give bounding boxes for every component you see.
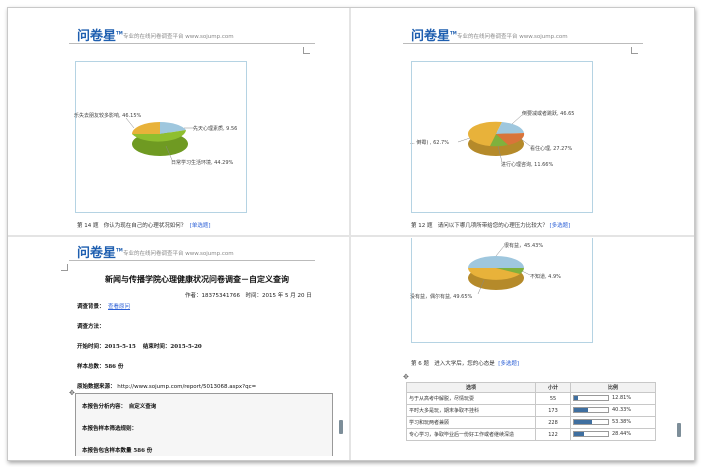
horizontal-separator [8,235,694,237]
report-title: 新闻与传播学院心理健康状况问卷调查－自定义查询 [105,274,289,284]
page-quadrant-top-left: 问卷星TM 专业的在线问卷调查平台 www.sojump.com 乐失去朋友较多… [11,11,347,233]
scroll-handle[interactable] [677,423,681,437]
page-corner-mark [631,47,638,54]
option-cell: 专心学习，争取毕业后一份好工作或者继续深造 [406,428,536,441]
question-type-link[interactable]: [多选题] [498,361,519,367]
header-rule [69,43,315,44]
method-field: 调查方法： [77,324,105,330]
count-cell: 228 [535,416,571,429]
pie-chart-box: 乐失去朋友较多影响, 46.15% 先天心理素质, 9.56 日常学习生活环境,… [74,61,247,213]
page-corner-mark [303,47,310,54]
question-line: 第 14 题 你认为现在自己的心理状况如何？ [单选题] [77,223,211,229]
slice-label: ... 倒霉) , 62.7% [410,140,449,146]
pie-chart [457,114,531,163]
percent-cell: 28.44% [570,428,656,441]
question-line: 第 6 题 进入大学后，您的心态是 [多选题] [411,361,520,367]
percent-bar-fill [574,420,593,425]
leader-line [457,137,471,143]
slice-label: 倒要减或者跳跃, 46.65 [522,111,575,117]
pie-chart-box: 很有益，45.43% 不知道, 4.9% 没有益，偶尔有益, 49.65% [410,238,593,343]
sample-total-field: 样本总数：586 份 [77,364,124,370]
percent-text: 40.33% [612,407,632,414]
slice-label: 没有益，偶尔有益, 49.65% [410,294,473,300]
percent-text: 53.38% [612,419,632,426]
percent-bar [573,395,609,402]
screenshot-frame: 问卷星TM 专业的在线问卷调查平台 www.sojump.com 乐失去朋友较多… [7,7,695,461]
count-cell: 122 [535,428,571,441]
slice-label: 不知道, 4.9% [530,274,561,280]
slice-label: 看住心理, 27.27% [530,146,573,152]
move-handle-icon[interactable]: ✥ [403,374,410,381]
wenjuanxing-logo: 问卷星TM [77,29,123,44]
leader-line [495,245,505,257]
pie-chart [468,245,531,295]
table-header-row: 选项 小计 比例 [406,382,656,393]
column-header-percent: 比例 [570,382,656,393]
count-cell: 55 [535,392,571,405]
report-info-box: 本报告分析内容： 自定义查询 本报告样本筛选规则： 本报告包含样本数量 586 … [75,393,333,456]
percent-bar [573,419,609,426]
report-author-line: 作者：18375341766 时间：2015 年 5 月 20 日 [185,293,312,299]
question-line: 第 12 题 请问以下哪几项所带给您的心理压力比较大？ [多选题] [411,223,571,229]
slice-label: 先天心理素质, 9.56 [193,126,238,132]
column-header-count: 小计 [535,382,571,393]
page-quadrant-top-right: 问卷星TM 专业的在线问卷调查平台 www.sojump.com 倒要减或者跳跃… [353,11,689,233]
table-row: 专心学习，争取毕业后一份好工作或者继续深造 122 28.44% [406,428,656,441]
header-slogan: 专业的在线问卷调查平台 www.sojump.com [457,34,568,40]
leader-line [125,117,135,129]
info-row: 本报告样本筛选规则： [82,426,138,432]
question-type-link[interactable]: [单选题] [190,223,211,229]
percent-bar-fill [574,396,579,401]
option-cell: 平时大多是玩，期末争取不挂科 [406,404,536,417]
background-field: 调查背景： 查看原问 [77,304,131,310]
percent-bar [573,407,609,414]
slice-label: 进行心理咨询, 11.66% [501,162,554,168]
header-slogan: 专业的在线问卷调查平台 www.sojump.com [123,251,234,257]
percent-bar-fill [574,408,588,413]
pie-chart-box: 倒要减或者跳跃, 46.65 ... 倒霉) , 62.7% 看住心理, 27.… [410,61,593,213]
wenjuanxing-logo: 问卷星TM [77,246,123,261]
info-row: 本报告包含样本数量 586 份 [82,448,153,454]
percent-text: 28.44% [612,431,632,438]
percent-bar [573,431,609,438]
pie-slice-1 [467,121,502,134]
percent-cell: 12.81% [570,392,656,405]
table-row: 与于从高考中解脱，尽情玩耍 55 12.81% [406,392,656,405]
header-rule [403,43,643,44]
percent-bar-fill [574,432,584,437]
table-row: 学习和玩两者兼顾 228 53.38% [406,416,656,429]
slice-label: 乐失去朋友较多影响, 46.15% [74,113,142,119]
slice-label: 很有益，45.43% [504,243,544,249]
time-field: 开始时间：2015-5-15 结束时间：2015-5-20 [77,344,202,350]
option-cell: 与于从高考中解脱，尽情玩耍 [406,392,536,405]
page-corner-mark [61,264,68,271]
table-row: 平时大多是玩，期末争取不挂科 173 40.33% [406,404,656,417]
question-type-link[interactable]: [多选题] [550,223,571,229]
page-quadrant-bottom-right: 很有益，45.43% 不知道, 4.9% 没有益，偶尔有益, 49.65% 第 … [353,238,689,456]
leader-line [521,270,531,276]
leader-line [511,114,523,125]
count-cell: 173 [535,404,571,417]
option-cell: 学习和玩两者兼顾 [406,416,536,429]
percent-text: 12.81% [612,395,632,402]
pie-slice-1 [132,122,160,134]
percent-cell: 53.38% [570,416,656,429]
page-quadrant-bottom-left: 问卷星TM 专业的在线问卷调查平台 www.sojump.com 新闻与传播学院… [11,238,347,456]
info-row: 本报告分析内容： 自定义查询 [82,404,157,410]
slice-label: 日常学习生活环境, 44.29% [171,160,234,166]
header-slogan: 专业的在线问卷调查平台 www.sojump.com [123,34,234,40]
pie-slice-1 [468,256,524,268]
wenjuanxing-logo: 问卷星TM [411,29,457,44]
header-rule [69,260,315,261]
column-header-option: 选项 [406,382,536,393]
results-table: 选项 小计 比例 与于从高考中解脱，尽情玩耍 55 12.81% 平时大多是玩，… [406,382,656,441]
pie-chart [125,117,194,161]
view-questionnaire-link[interactable]: 查看原问 [108,304,130,310]
data-source-field: 原始数据来源： http://www.sojump.com/report/501… [77,384,257,390]
vertical-separator [349,8,351,460]
percent-cell: 40.33% [570,404,656,417]
scroll-handle[interactable] [339,420,343,434]
